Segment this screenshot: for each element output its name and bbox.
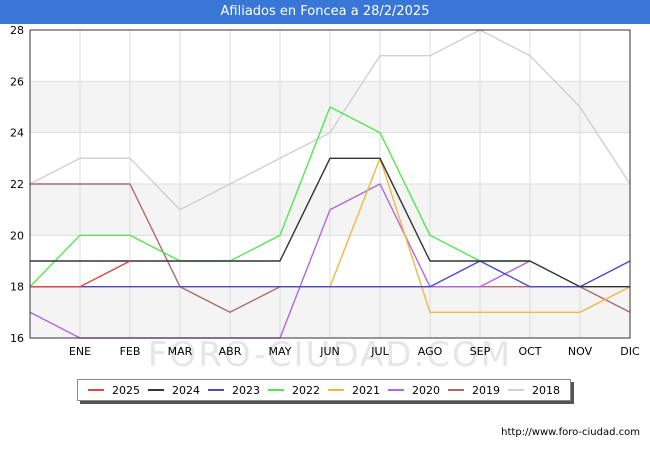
legend-label: 2024 <box>172 383 200 397</box>
x-tick-label: ENE <box>69 345 91 358</box>
source-url: http://www.foro-ciudad.com <box>501 427 640 438</box>
legend-swatch <box>88 389 104 391</box>
legend-label: 2025 <box>112 383 140 397</box>
legend-swatch <box>508 389 524 391</box>
y-axis-ticks: 16 18 20 22 24 26 28 <box>10 24 24 345</box>
legend-item-2022: 2022 <box>268 384 320 397</box>
y-tick-label: 22 <box>10 178 24 191</box>
legend-swatch <box>448 389 464 391</box>
x-tick-label: NOV <box>568 345 593 358</box>
legend-item-2024: 2024 <box>148 384 200 397</box>
x-tick-label: FEB <box>120 345 141 358</box>
legend: 2025 2024 2023 2022 2021 2020 2019 2018 <box>77 379 571 401</box>
legend-swatch <box>388 389 404 391</box>
x-tick-label: DIC <box>620 345 640 358</box>
x-tick-label: SEP <box>470 345 491 358</box>
legend-label: 2019 <box>472 383 500 397</box>
x-tick-label: MAR <box>168 345 193 358</box>
legend-swatch <box>328 389 344 391</box>
x-tick-label: ABR <box>219 345 242 358</box>
y-tick-label: 26 <box>10 75 24 88</box>
legend-item-2020: 2020 <box>388 384 440 397</box>
legend-item-2025: 2025 <box>88 384 140 397</box>
y-tick-label: 24 <box>10 127 24 140</box>
legend-label: 2023 <box>232 383 260 397</box>
legend-label: 2022 <box>292 383 320 397</box>
legend-label: 2021 <box>352 383 380 397</box>
y-tick-label: 20 <box>10 229 24 242</box>
x-tick-label: AGO <box>418 345 443 358</box>
x-tick-label: OCT <box>518 345 541 358</box>
legend-item-2019: 2019 <box>448 384 500 397</box>
legend-label: 2018 <box>532 383 560 397</box>
x-tick-label: MAY <box>269 345 292 358</box>
legend-swatch <box>208 389 224 391</box>
legend-item-2021: 2021 <box>328 384 380 397</box>
legend-label: 2020 <box>412 383 440 397</box>
legend-item-2018: 2018 <box>508 384 560 397</box>
y-tick-label: 16 <box>10 332 24 345</box>
x-tick-label: JUN <box>319 345 340 358</box>
legend-item-2023: 2023 <box>208 384 260 397</box>
y-tick-label: 18 <box>10 281 24 294</box>
x-tick-label: JUL <box>370 345 389 358</box>
legend-swatch <box>148 389 164 391</box>
legend-swatch <box>268 389 284 391</box>
y-tick-label: 28 <box>10 24 24 37</box>
